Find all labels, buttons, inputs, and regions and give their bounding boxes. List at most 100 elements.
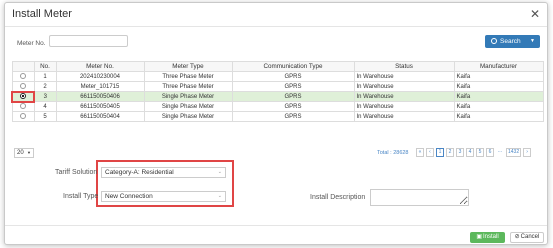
cell-status: In Warehouse bbox=[353, 71, 455, 82]
install-button[interactable]: ▣Install bbox=[470, 232, 505, 243]
cell-status: In Warehouse bbox=[353, 111, 455, 122]
tariff-solution-value: Category-A: Residential bbox=[105, 169, 174, 176]
page-2[interactable]: 2 bbox=[446, 148, 454, 157]
row-select-cell[interactable] bbox=[11, 101, 35, 112]
row-radio[interactable] bbox=[20, 73, 26, 80]
cell-manufacturer: Kaifa bbox=[453, 111, 544, 122]
col-header-status[interactable]: Status bbox=[353, 61, 455, 72]
cell-no: 1 bbox=[33, 71, 57, 82]
cell-meter-no: 661150050406 bbox=[55, 91, 145, 102]
page-size-select[interactable]: 20 ▼ bbox=[14, 148, 34, 158]
cell-meter-type: Three Phase Meter bbox=[143, 71, 233, 82]
cell-communication-type: GPRS bbox=[231, 111, 355, 122]
col-header-meter-no[interactable]: Meter No. bbox=[55, 61, 145, 72]
page-first[interactable]: « bbox=[416, 148, 424, 157]
chevron-down-icon: ⌄ bbox=[217, 169, 222, 175]
install-type-label: Install Type bbox=[63, 193, 99, 200]
tariff-solution-select[interactable]: Category-A: Residential ⌄ bbox=[101, 167, 226, 178]
cell-no: 3 bbox=[33, 91, 57, 102]
install-description-label: Install Description bbox=[310, 194, 366, 201]
table-row[interactable]: 2 Meter_101715 Three Phase Meter GPRS In… bbox=[11, 81, 544, 92]
cancel-icon: ⊘ bbox=[514, 234, 520, 240]
col-header-select bbox=[11, 61, 35, 72]
save-icon: ▣ bbox=[476, 234, 482, 240]
cell-meter-type: Three Phase Meter bbox=[143, 81, 233, 92]
page-4[interactable]: 4 bbox=[466, 148, 474, 157]
row-radio[interactable] bbox=[20, 103, 26, 110]
cell-manufacturer: Kaifa bbox=[453, 91, 544, 102]
meter-no-label: Meter No. bbox=[17, 40, 46, 47]
row-select-cell[interactable] bbox=[11, 81, 35, 92]
install-type-select[interactable]: New Connection ⌄ bbox=[101, 191, 226, 202]
cell-meter-type: Single Phase Meter bbox=[143, 91, 233, 102]
table-row[interactable]: 1 202410230004 Three Phase Meter GPRS In… bbox=[11, 71, 544, 82]
cell-status: In Warehouse bbox=[353, 91, 455, 102]
cell-no: 5 bbox=[33, 111, 57, 122]
dialog-footer: ▣Install ⊘Cancel bbox=[5, 225, 547, 244]
cell-manufacturer: Kaifa bbox=[453, 71, 544, 82]
row-radio[interactable] bbox=[20, 113, 26, 120]
page-5[interactable]: 5 bbox=[476, 148, 484, 157]
dialog-titlebar: Install Meter ✕ bbox=[5, 3, 547, 27]
meter-no-input[interactable] bbox=[49, 35, 128, 47]
table-row[interactable]: 4 661150050405 Single Phase Meter GPRS I… bbox=[11, 101, 544, 112]
table-row-selected[interactable]: 3 661150050406 Single Phase Meter GPRS I… bbox=[11, 90, 544, 103]
install-form: Tariff Solution Category-A: Residential … bbox=[5, 160, 547, 221]
col-header-manufacturer[interactable]: Manufacturer bbox=[453, 61, 544, 72]
cell-meter-no: Meter_101715 bbox=[55, 81, 145, 92]
search-row: Meter No. Search ▼ bbox=[5, 27, 547, 55]
row-radio-selected[interactable] bbox=[20, 93, 26, 100]
tariff-solution-label: Tariff Solution bbox=[55, 169, 98, 176]
row-select-cell[interactable] bbox=[11, 90, 35, 103]
page-6[interactable]: 6 bbox=[486, 148, 494, 157]
cell-communication-type: GPRS bbox=[231, 91, 355, 102]
cell-meter-type: Single Phase Meter bbox=[143, 101, 233, 112]
col-header-communication-type[interactable]: Communication Type bbox=[231, 61, 355, 72]
cell-communication-type: GPRS bbox=[231, 101, 355, 112]
table-row[interactable]: 5 661150050404 Single Phase Meter GPRS I… bbox=[11, 111, 544, 122]
cell-status: In Warehouse bbox=[353, 101, 455, 112]
cell-communication-type: GPRS bbox=[231, 71, 355, 82]
chevron-down-icon: ▼ bbox=[27, 150, 31, 155]
cell-manufacturer: Kaifa bbox=[453, 101, 544, 112]
meter-table: No. Meter No. Meter Type Communication T… bbox=[11, 61, 544, 122]
chevron-down-icon: ▼ bbox=[530, 38, 535, 44]
col-header-meter-type[interactable]: Meter Type bbox=[143, 61, 233, 72]
cell-meter-no: 661150050405 bbox=[55, 101, 145, 112]
page-size-value: 20 bbox=[17, 150, 24, 156]
page-next[interactable]: › bbox=[523, 148, 532, 157]
install-meter-dialog: Install Meter ✕ Meter No. Search ▼ No. M… bbox=[4, 2, 548, 245]
row-select-cell[interactable] bbox=[11, 111, 35, 122]
close-icon[interactable]: ✕ bbox=[530, 7, 540, 21]
cell-meter-no: 202410230004 bbox=[55, 71, 145, 82]
row-radio[interactable] bbox=[20, 82, 26, 89]
page-last[interactable]: 1432 bbox=[506, 148, 522, 157]
install-button-label: Install bbox=[482, 234, 499, 240]
install-type-value: New Connection bbox=[105, 193, 153, 200]
cell-status: In Warehouse bbox=[353, 81, 455, 92]
table-header-row: No. Meter No. Meter Type Communication T… bbox=[11, 61, 544, 72]
cancel-button[interactable]: ⊘Cancel bbox=[510, 232, 544, 243]
cell-communication-type: GPRS bbox=[231, 81, 355, 92]
total-count: Total : 28628 bbox=[377, 150, 409, 156]
search-button-label: Search bbox=[500, 38, 521, 45]
install-description-input[interactable] bbox=[370, 189, 469, 206]
cell-meter-type: Single Phase Meter bbox=[143, 111, 233, 122]
cell-no: 2 bbox=[33, 81, 57, 92]
col-header-no[interactable]: No. bbox=[33, 61, 57, 72]
cell-manufacturer: Kaifa bbox=[453, 81, 544, 92]
search-icon bbox=[491, 38, 497, 44]
page-ellipsis: ... bbox=[496, 148, 504, 157]
search-button[interactable]: Search ▼ bbox=[485, 35, 540, 48]
cell-meter-no: 661150050404 bbox=[55, 111, 145, 122]
page-prev[interactable]: ‹ bbox=[426, 148, 434, 157]
cancel-button-label: Cancel bbox=[520, 234, 540, 240]
cell-no: 4 bbox=[33, 101, 57, 112]
dialog-title: Install Meter bbox=[12, 8, 72, 20]
row-select-cell[interactable] bbox=[11, 71, 35, 82]
page-3[interactable]: 3 bbox=[456, 148, 464, 157]
pagination-bar: 20 ▼ Total : 28628 « ‹ 1 2 3 4 5 6 ... 1… bbox=[11, 148, 542, 160]
page-1[interactable]: 1 bbox=[436, 148, 444, 157]
page-links: « ‹ 1 2 3 4 5 6 ... 1432 › bbox=[416, 148, 532, 157]
chevron-down-icon: ⌄ bbox=[217, 193, 222, 199]
